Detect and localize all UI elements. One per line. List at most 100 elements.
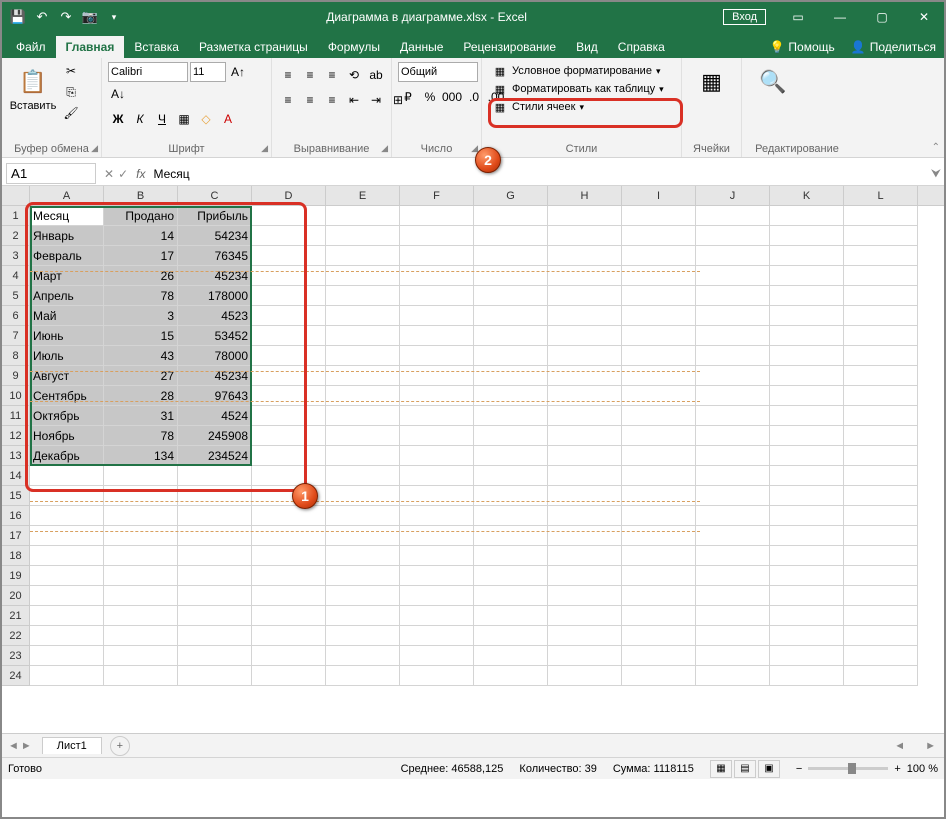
- orientation-icon[interactable]: ⟲: [344, 65, 364, 85]
- cell[interactable]: [252, 326, 326, 346]
- cell[interactable]: [844, 426, 918, 446]
- wrap-text-icon[interactable]: ab: [366, 65, 386, 85]
- cell[interactable]: 31: [104, 406, 178, 426]
- column-header[interactable]: A: [30, 186, 104, 205]
- cell[interactable]: [400, 486, 474, 506]
- cell[interactable]: [844, 466, 918, 486]
- column-header[interactable]: D: [252, 186, 326, 205]
- cell[interactable]: Май: [30, 306, 104, 326]
- tab-page-layout[interactable]: Разметка страницы: [189, 36, 318, 58]
- cell[interactable]: [252, 426, 326, 446]
- cell[interactable]: [622, 646, 696, 666]
- cell[interactable]: [770, 326, 844, 346]
- cell[interactable]: [104, 526, 178, 546]
- cell[interactable]: [474, 286, 548, 306]
- select-all-corner[interactable]: [2, 186, 30, 205]
- column-header[interactable]: L: [844, 186, 918, 205]
- sign-in-button[interactable]: Вход: [723, 9, 766, 25]
- cell[interactable]: [326, 506, 400, 526]
- cell[interactable]: [770, 286, 844, 306]
- cell[interactable]: [252, 586, 326, 606]
- cell[interactable]: [770, 526, 844, 546]
- bold-button[interactable]: Ж: [108, 109, 128, 129]
- cell[interactable]: [30, 566, 104, 586]
- cell[interactable]: [326, 346, 400, 366]
- cell[interactable]: [178, 566, 252, 586]
- cell[interactable]: [400, 446, 474, 466]
- collapse-ribbon-icon[interactable]: ⌃: [932, 142, 940, 153]
- cell[interactable]: [30, 466, 104, 486]
- maximize-button[interactable]: ▢: [862, 2, 902, 32]
- cell[interactable]: [770, 626, 844, 646]
- cell[interactable]: 27: [104, 366, 178, 386]
- view-page-break-icon[interactable]: ▣: [758, 760, 780, 778]
- cell[interactable]: [622, 406, 696, 426]
- cell[interactable]: [252, 666, 326, 686]
- cell[interactable]: [548, 506, 622, 526]
- cell[interactable]: [622, 246, 696, 266]
- hscroll-right-icon[interactable]: ►: [925, 740, 936, 752]
- cell[interactable]: [770, 386, 844, 406]
- cell[interactable]: [400, 346, 474, 366]
- cancel-formula-icon[interactable]: ✕: [104, 167, 114, 181]
- cell[interactable]: [104, 566, 178, 586]
- cell[interactable]: [770, 366, 844, 386]
- row-header[interactable]: 20: [2, 586, 30, 606]
- cell[interactable]: [178, 486, 252, 506]
- cell[interactable]: [326, 626, 400, 646]
- cell[interactable]: 4523: [178, 306, 252, 326]
- align-right-icon[interactable]: ≡: [322, 90, 342, 110]
- row-header[interactable]: 19: [2, 566, 30, 586]
- cell[interactable]: [696, 586, 770, 606]
- cell[interactable]: [30, 526, 104, 546]
- copy-icon[interactable]: ⎘: [62, 83, 80, 101]
- cell[interactable]: 78000: [178, 346, 252, 366]
- spreadsheet-grid[interactable]: ABCDEFGHIJKL 1МесяцПроданоПрибыль2Январь…: [2, 186, 944, 733]
- cell[interactable]: [104, 646, 178, 666]
- cell[interactable]: [178, 506, 252, 526]
- row-header[interactable]: 23: [2, 646, 30, 666]
- currency-icon[interactable]: ₽: [398, 87, 418, 107]
- cell[interactable]: 3: [104, 306, 178, 326]
- cell[interactable]: [770, 426, 844, 446]
- cell[interactable]: [474, 366, 548, 386]
- format-painter-icon[interactable]: 🖌: [62, 104, 80, 122]
- view-page-layout-icon[interactable]: ▤: [734, 760, 756, 778]
- fx-icon[interactable]: fx: [132, 167, 149, 181]
- cell[interactable]: [622, 586, 696, 606]
- cell[interactable]: Март: [30, 266, 104, 286]
- cell[interactable]: [770, 506, 844, 526]
- cell[interactable]: [326, 666, 400, 686]
- cell[interactable]: [474, 226, 548, 246]
- cell[interactable]: [252, 346, 326, 366]
- cell[interactable]: [400, 666, 474, 686]
- cell[interactable]: [400, 286, 474, 306]
- cell[interactable]: [696, 266, 770, 286]
- align-bottom-icon[interactable]: ≡: [322, 65, 342, 85]
- column-header[interactable]: H: [548, 186, 622, 205]
- cell[interactable]: [400, 626, 474, 646]
- cell[interactable]: [104, 506, 178, 526]
- minimize-button[interactable]: —: [820, 2, 860, 32]
- cell[interactable]: [548, 546, 622, 566]
- cell[interactable]: [104, 626, 178, 646]
- row-header[interactable]: 13: [2, 446, 30, 466]
- cell[interactable]: [696, 226, 770, 246]
- cell[interactable]: [400, 226, 474, 246]
- cell[interactable]: [696, 606, 770, 626]
- cell[interactable]: [548, 346, 622, 366]
- cell[interactable]: [326, 566, 400, 586]
- row-header[interactable]: 3: [2, 246, 30, 266]
- cell[interactable]: [548, 606, 622, 626]
- cell[interactable]: [326, 606, 400, 626]
- cell[interactable]: Декабрь: [30, 446, 104, 466]
- cell[interactable]: [696, 446, 770, 466]
- cell[interactable]: [474, 326, 548, 346]
- cell[interactable]: [252, 526, 326, 546]
- align-center-icon[interactable]: ≡: [300, 90, 320, 110]
- cell[interactable]: Продано: [104, 206, 178, 226]
- row-header[interactable]: 7: [2, 326, 30, 346]
- cell[interactable]: [622, 606, 696, 626]
- cell[interactable]: 45234: [178, 266, 252, 286]
- cell[interactable]: [548, 206, 622, 226]
